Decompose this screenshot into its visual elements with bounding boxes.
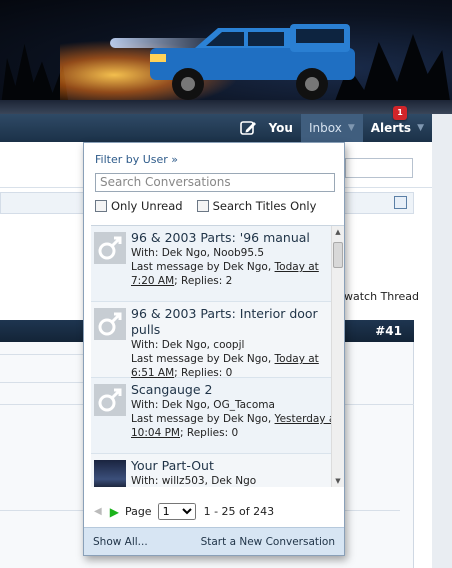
checkbox-box[interactable] (196, 200, 209, 212)
conversation-title[interactable]: 96 & 2003 Parts: Interior door pulls (131, 306, 344, 338)
conversation-last-message: Last message by Dek Ngo, Yesterday at 10… (131, 413, 340, 439)
conversation-item[interactable]: Scangauge 2 With: Dek Ngo, OG_Tacoma Las… (91, 378, 344, 454)
conversation-participants: With: Dek Ngo, OG_Tacoma (131, 399, 275, 411)
inbox-footer: Show All... Start a New Conversation (84, 527, 344, 555)
nav-alerts[interactable]: Alerts ▼ 1 (363, 106, 432, 142)
conversation-item[interactable]: 96 & 2003 Parts: Interior door pulls Wit… (91, 302, 344, 379)
compose-icon[interactable] (239, 119, 257, 137)
scroll-up-arrow-icon[interactable]: ▲ (332, 226, 344, 239)
popout-icon[interactable] (394, 196, 407, 209)
conversation-title[interactable]: Your Part-Out (131, 458, 344, 474)
watch-thread-link[interactable]: watch Thread (344, 290, 419, 303)
scroll-thumb[interactable] (333, 242, 343, 268)
search-titles-checkbox[interactable]: Search Titles Only (196, 199, 316, 213)
page-label: Page (124, 505, 152, 518)
conversation-item[interactable]: 96 & 2003 Parts: '96 manual With: Dek Ng… (91, 226, 344, 302)
conversation-participants: With: Dek Ngo, Noob95.5 (131, 247, 265, 259)
scroll-down-arrow-icon[interactable]: ▼ (332, 475, 344, 487)
conversation-participants: With: Dek Ngo, coopjl (131, 339, 245, 351)
chevron-down-icon: ▼ (417, 123, 424, 133)
male-avatar-icon[interactable] (94, 384, 126, 416)
conversation-item[interactable]: Your Part-Out With: willz503, Dek Ngo (91, 454, 344, 487)
night-sky-avatar[interactable] (94, 460, 126, 487)
conversation-list[interactable]: 96 & 2003 Parts: '96 manual With: Dek Ng… (91, 225, 344, 487)
nav-you[interactable]: You (261, 114, 301, 142)
male-avatar-icon[interactable] (94, 232, 126, 264)
chevron-down-icon: ▼ (347, 123, 355, 133)
pagination: ◀ ▶ Page 1 1 - 25 of 243 (94, 503, 274, 520)
show-all-link[interactable]: Show All... (93, 536, 148, 548)
conversation-participants: With: willz503, Dek Ngo (131, 475, 257, 487)
inbox-popup: Filter by User » Search Conversations On… (83, 142, 345, 556)
filter-by-user-link[interactable]: Filter by User » (95, 153, 333, 166)
male-avatar-icon[interactable] (94, 308, 126, 340)
nav-bar: You Inbox ▼ Alerts ▼ 1 (0, 106, 432, 142)
post-number[interactable]: #41 (375, 324, 402, 338)
alerts-count-badge: 1 (393, 106, 407, 120)
search-conversations-input[interactable]: Search Conversations (95, 173, 335, 192)
previous-page-icon[interactable]: ◀ (94, 506, 102, 517)
only-unread-checkbox[interactable]: Only Unread (95, 199, 183, 213)
page-range: 1 - 25 of 243 (203, 505, 275, 518)
conversation-title[interactable]: Scangauge 2 (131, 382, 344, 398)
background-search-input[interactable] (345, 158, 413, 178)
page-select[interactable]: 1 (157, 503, 196, 520)
conversation-scrollbar[interactable]: ▲ ▼ (331, 226, 344, 487)
nav-inbox[interactable]: Inbox ▼ (300, 114, 363, 142)
conversation-last-message: Last message by Dek Ngo, Today at 6:51 A… (131, 353, 319, 379)
next-page-icon[interactable]: ▶ (110, 505, 119, 519)
header-banner (0, 0, 452, 114)
start-new-conversation-link[interactable]: Start a New Conversation (201, 536, 335, 548)
conversation-last-message: Last message by Dek Ngo, Today at 7:20 A… (131, 261, 319, 287)
conversation-title[interactable]: 96 & 2003 Parts: '96 manual (131, 230, 344, 246)
checkbox-box[interactable] (95, 200, 107, 212)
truck-image (150, 24, 355, 100)
